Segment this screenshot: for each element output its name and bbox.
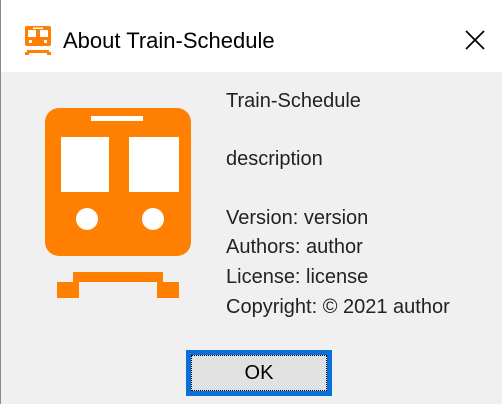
train-logo-icon: [45, 108, 191, 298]
license-text: License: license: [226, 266, 369, 288]
app-name: Train-Schedule: [226, 90, 361, 112]
copyright-text: Copyright: © 2021 author: [226, 296, 450, 318]
about-dialog: About Train-Schedule Train-Schedule desc…: [0, 0, 502, 404]
authors-text: Authors: author: [226, 236, 363, 258]
ok-button[interactable]: OK: [186, 350, 332, 396]
train-icon: [25, 26, 51, 55]
window-title: About Train-Schedule: [63, 28, 275, 53]
close-button[interactable]: [447, 10, 502, 70]
ok-button-label: OK: [191, 355, 327, 391]
version-text: Version: version: [226, 207, 369, 229]
dialog-content: Train-Schedule description Version: vers…: [1, 72, 502, 404]
title-bar: About Train-Schedule: [1, 0, 502, 72]
close-icon: [465, 30, 485, 50]
app-description: description: [226, 148, 323, 170]
